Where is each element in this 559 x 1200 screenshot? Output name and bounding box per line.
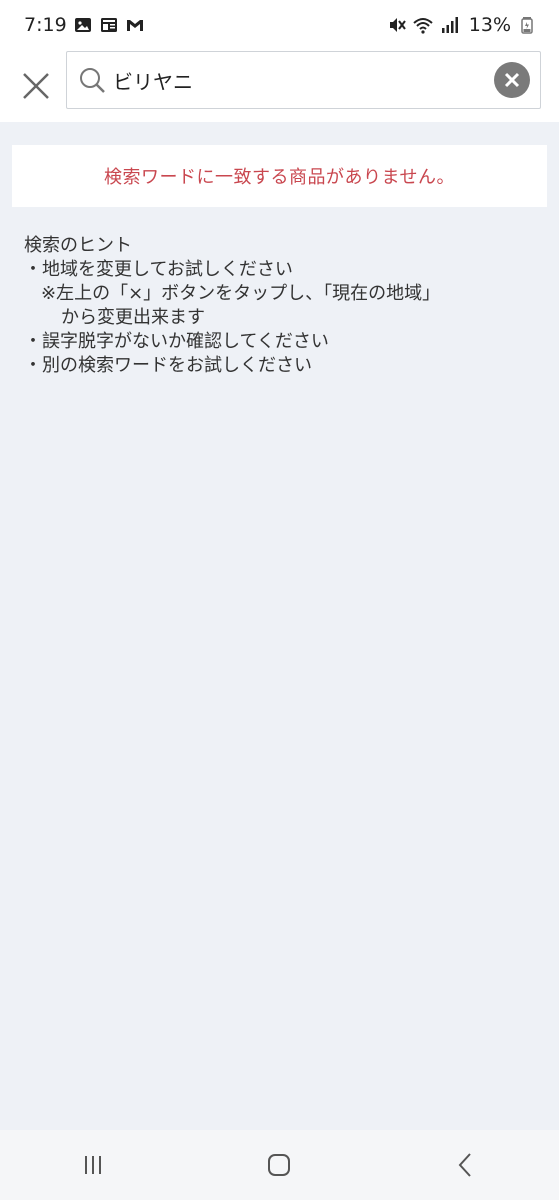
home-button[interactable] xyxy=(249,1135,309,1195)
battery-icon xyxy=(517,15,537,35)
status-right: 13% xyxy=(387,14,537,36)
news-icon xyxy=(99,15,119,35)
close-button[interactable] xyxy=(8,58,64,114)
signal-icon xyxy=(439,15,459,35)
hint-check-typos: ・誤字脱字がないか確認してください xyxy=(24,331,329,352)
recent-apps-icon xyxy=(85,1156,102,1174)
no-results-text: 検索ワードに一致する商品がありません。 xyxy=(104,167,455,188)
status-time: 7:19 xyxy=(24,14,67,36)
back-icon xyxy=(458,1153,471,1177)
navigation-bar xyxy=(0,1130,559,1200)
no-results-message: 検索ワードに一致する商品がありません。 xyxy=(12,145,547,207)
search-box[interactable] xyxy=(66,51,541,109)
status-bar: 7:19 13% xyxy=(0,0,559,50)
clear-search-button[interactable] xyxy=(494,62,530,98)
hints-title: 検索のヒント xyxy=(24,235,132,256)
gallery-icon xyxy=(73,15,93,35)
wifi-icon xyxy=(413,15,433,35)
search-icon xyxy=(77,64,109,96)
battery-percent: 13% xyxy=(468,14,511,36)
hint-change-region: ・地域を変更してお試しください xyxy=(24,259,293,280)
search-hints: 検索のヒント ・地域を変更してお試しください ※左上の「×」ボタンをタップし、「… xyxy=(24,234,544,378)
hint-other-keywords: ・別の検索ワードをお試しください xyxy=(24,355,312,376)
hint-change-region-note-cont: から変更出来ます xyxy=(61,307,205,328)
home-icon xyxy=(268,1154,291,1176)
search-input[interactable] xyxy=(109,52,494,108)
gmail-icon xyxy=(125,15,145,35)
search-header xyxy=(0,50,559,122)
close-icon xyxy=(23,73,49,99)
back-button[interactable] xyxy=(436,1135,496,1195)
recent-apps-button[interactable] xyxy=(63,1135,123,1195)
clear-icon xyxy=(504,72,520,88)
status-left: 7:19 xyxy=(24,14,145,36)
mute-icon xyxy=(387,15,407,35)
hint-change-region-note: ※左上の「×」ボタンをタップし、「現在の地域」 xyxy=(41,283,441,304)
